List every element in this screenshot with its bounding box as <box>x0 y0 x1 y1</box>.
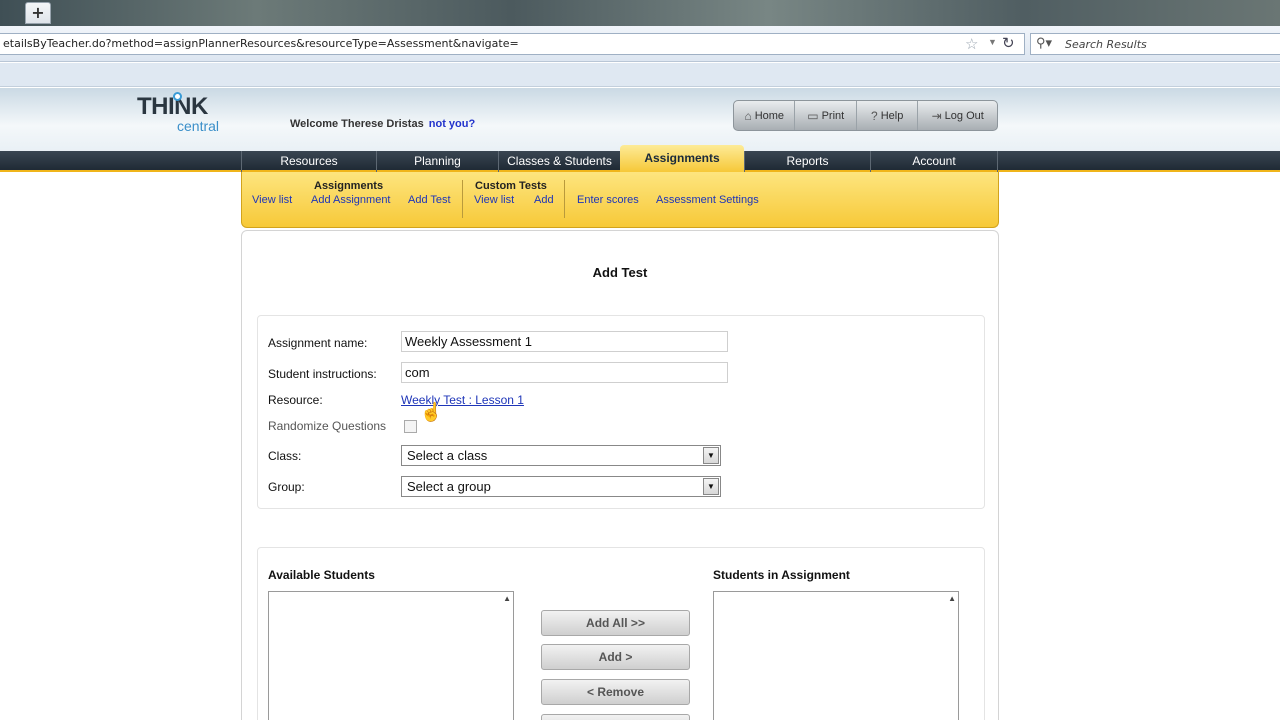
add-all-button[interactable]: Add All >> <box>541 610 690 636</box>
help-label: Help <box>880 109 904 122</box>
help-button[interactable]: ? Help <box>857 101 919 130</box>
assignments-subnav: View list Assignments Add Assignment Add… <box>241 172 999 228</box>
print-label: Print <box>821 109 845 122</box>
subnav-view-list[interactable]: View list <box>252 194 292 206</box>
main-navigation: Resources Planning Classes & Students As… <box>0 145 1280 172</box>
page-title: Add Test <box>592 265 648 280</box>
subnav-enter-scores[interactable]: Enter scores <box>577 194 639 206</box>
not-you-link[interactable]: not you? <box>429 118 475 130</box>
subnav-separator <box>462 180 463 218</box>
student-selection-panel: Available Students ▲ Students in Assignm… <box>257 547 985 720</box>
welcome-text: Welcome Therese Dristas <box>290 118 424 130</box>
class-select-value: Select a class <box>407 448 488 463</box>
remove-all-button[interactable] <box>541 714 690 720</box>
logo-dot-icon <box>173 92 182 101</box>
add-button[interactable]: Add > <box>541 644 690 670</box>
student-instructions-label: Student instructions: <box>268 367 377 381</box>
randomize-questions-checkbox[interactable] <box>404 420 417 433</box>
browser-bookmarks-bar <box>0 63 1280 87</box>
subnav-add-assignment[interactable]: Add Assignment <box>311 194 391 206</box>
dropdown-arrow-icon[interactable]: ▼ <box>703 478 719 495</box>
home-label: Home <box>754 109 785 122</box>
printer-icon: ▭ <box>807 108 819 123</box>
class-label: Class: <box>268 449 302 463</box>
subnav-separator <box>564 180 565 218</box>
logo-central-text: central <box>177 118 220 134</box>
search-box[interactable]: ⚲▾ Search Results <box>1030 33 1280 55</box>
subnav-add-test[interactable]: Add Test <box>408 194 451 206</box>
log-out-button[interactable]: ⇥ Log Out <box>918 101 997 130</box>
help-icon: ? <box>871 108 878 123</box>
subnav-assignments-heading: Assignments <box>314 180 384 192</box>
group-select-value: Select a group <box>407 479 491 494</box>
group-select[interactable]: Select a group ▼ <box>401 476 721 497</box>
scroll-up-icon[interactable]: ▲ <box>503 594 511 603</box>
home-button[interactable]: ⌂ Home <box>734 101 796 130</box>
bookmark-star-icon[interactable]: ☆ <box>965 35 978 53</box>
nav-planning[interactable]: Planning <box>376 151 498 172</box>
nav-classes-students[interactable]: Classes & Students <box>498 151 620 172</box>
subnav-assessment-settings[interactable]: Assessment Settings <box>656 194 759 206</box>
scroll-up-icon[interactable]: ▲ <box>948 594 956 603</box>
log-out-label: Log Out <box>944 109 984 122</box>
site-header: THINK central Welcome Therese Dristas no… <box>0 88 1280 151</box>
main-content-panel: Add Test Assignment name: Student instru… <box>241 230 999 720</box>
assignment-name-input[interactable] <box>401 331 728 352</box>
assignment-name-label: Assignment name: <box>268 336 368 350</box>
student-instructions-input[interactable] <box>401 362 728 383</box>
browser-tab-strip: + <box>0 0 1280 26</box>
print-button[interactable]: ▭ Print <box>795 101 857 130</box>
remove-button[interactable]: < Remove <box>541 679 690 705</box>
home-icon: ⌂ <box>744 108 752 123</box>
class-select[interactable]: Select a class ▼ <box>401 445 721 466</box>
dropdown-arrow-icon[interactable]: ▼ <box>703 447 719 464</box>
available-students-list[interactable]: ▲ <box>268 591 514 720</box>
hand-cursor-icon: ☝ <box>420 402 443 422</box>
reload-icon[interactable]: ↻ <box>1002 34 1015 52</box>
address-bar[interactable]: etailsByTeacher.do?method=assignPlannerR… <box>0 33 1025 55</box>
new-tab-button[interactable]: + <box>25 2 51 24</box>
students-in-assignment-list[interactable]: ▲ <box>713 591 959 720</box>
welcome-message: Welcome Therese Dristas not you? <box>290 118 475 130</box>
search-placeholder: Search Results <box>1065 38 1147 51</box>
students-in-assignment-label: Students in Assignment <box>713 568 850 582</box>
logo-think-text: THINK <box>137 93 208 120</box>
available-students-label: Available Students <box>268 568 375 582</box>
think-central-logo[interactable]: THINK central <box>137 92 219 134</box>
nav-reports[interactable]: Reports <box>744 151 870 172</box>
nav-assignments[interactable]: Assignments <box>620 145 744 172</box>
nav-resources[interactable]: Resources <box>241 151 376 172</box>
assignment-form: Assignment name: Student instructions: R… <box>257 315 985 509</box>
nav-account[interactable]: Account <box>870 151 998 172</box>
group-label: Group: <box>268 480 305 494</box>
resource-label: Resource: <box>268 393 323 407</box>
subnav-custom-view-list[interactable]: View list <box>474 194 514 206</box>
logout-icon: ⇥ <box>931 108 942 123</box>
subnav-custom-tests-heading: Custom Tests <box>475 180 547 192</box>
randomize-questions-label: Randomize Questions <box>268 419 387 433</box>
header-tool-buttons: ⌂ Home ▭ Print ? Help ⇥ Log Out <box>733 100 998 131</box>
history-dropdown-icon[interactable]: ▼ <box>988 37 997 47</box>
search-icon[interactable]: ⚲▾ <box>1036 35 1052 51</box>
browser-navigation-bar: etailsByTeacher.do?method=assignPlannerR… <box>0 26 1280 62</box>
url-text: etailsByTeacher.do?method=assignPlannerR… <box>3 37 519 50</box>
subnav-custom-add[interactable]: Add <box>534 194 554 206</box>
